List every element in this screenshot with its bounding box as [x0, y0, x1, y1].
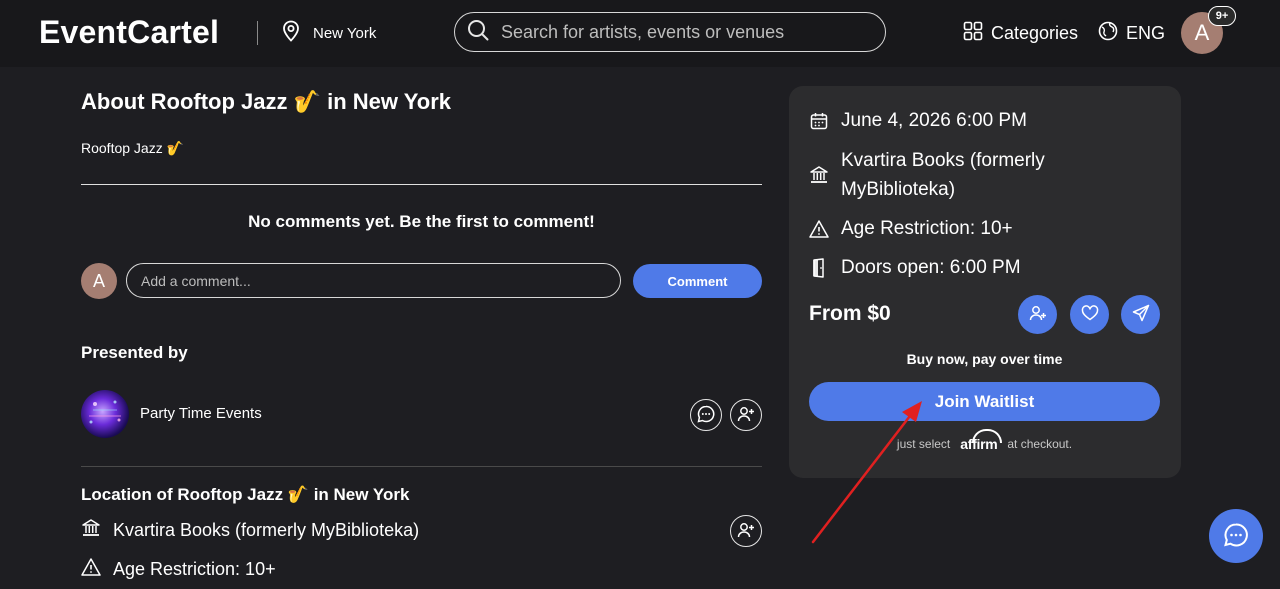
card-venue-name[interactable]: Kvartira Books (formerly MyBiblioteka) — [841, 146, 1045, 204]
venue-name[interactable]: Kvartira Books (formerly MyBiblioteka) — [113, 520, 419, 541]
header-divider — [257, 21, 258, 45]
door-icon — [809, 253, 829, 282]
age-restriction-text: Age Restriction: 10+ — [113, 559, 276, 579]
venue-line-2: MyBiblioteka) — [841, 179, 956, 200]
favorite-button[interactable] — [1070, 295, 1109, 334]
organizer-avatar[interactable] — [81, 390, 129, 438]
categories-button[interactable]: Categories — [963, 21, 1078, 46]
section-divider — [81, 184, 762, 185]
add-user-icon — [737, 405, 755, 426]
heart-icon — [1081, 304, 1099, 325]
categories-label: Categories — [991, 23, 1079, 43]
add-user-icon — [737, 521, 755, 542]
section-divider — [81, 466, 762, 467]
affirm-note: just select affirm at checkout. — [809, 429, 1160, 452]
calendar-icon — [809, 106, 829, 135]
comment-input[interactable] — [126, 263, 621, 298]
commenter-avatar: A — [81, 263, 117, 299]
location-label: New York — [313, 24, 377, 42]
affirm-logo: affirm — [960, 429, 1003, 452]
presented-by-heading: Presented by — [81, 343, 188, 362]
location-selector[interactable]: New York — [281, 20, 376, 46]
affirm-suffix: at checkout. — [1007, 437, 1073, 451]
event-date-time: June 4, 2026 6:00 PM — [841, 110, 1027, 131]
venue-line-1: Kvartira Books (formerly — [841, 150, 1045, 171]
building-icon — [81, 518, 101, 543]
about-subtitle: Rooftop Jazz 🎷 — [81, 140, 185, 156]
no-comments-message: No comments yet. Be the first to comment… — [248, 212, 595, 231]
grid-icon — [963, 21, 983, 46]
about-title: About Rooftop Jazz 🎷 in New York — [81, 89, 452, 114]
follow-venue-button[interactable] — [730, 515, 762, 547]
comment-button[interactable]: Comment — [633, 264, 762, 298]
chat-support-button[interactable] — [1209, 509, 1263, 563]
language-label: ENG — [1126, 23, 1166, 43]
map-pin-icon — [281, 20, 301, 46]
card-age-row: Age Restriction: 10+ — [809, 214, 1013, 243]
building-icon — [809, 146, 829, 204]
send-icon — [1132, 304, 1150, 325]
organizer-name[interactable]: Party Time Events — [140, 405, 262, 422]
bnpl-text: Buy now, pay over time — [906, 351, 1063, 367]
join-waitlist-button[interactable]: Join Waitlist — [809, 382, 1160, 421]
search-input[interactable] — [499, 20, 883, 44]
notification-badge: 9+ — [1208, 6, 1236, 26]
venue-row-card: Kvartira Books (formerly MyBiblioteka) — [809, 146, 1045, 204]
date-row: June 4, 2026 6:00 PM — [809, 106, 1027, 135]
chat-bubble-icon — [1223, 522, 1249, 551]
affirm-prefix: just select — [896, 437, 951, 451]
invite-friend-button[interactable] — [1018, 295, 1057, 334]
share-button[interactable] — [1121, 295, 1160, 334]
follow-organizer-button[interactable] — [730, 399, 762, 431]
search-bar[interactable] — [454, 12, 886, 52]
ticket-price: From $0 — [809, 302, 891, 325]
doors-open-time: Doors open: 6:00 PM — [841, 257, 1021, 278]
chat-bubble-icon — [697, 405, 715, 426]
card-age-restriction: Age Restriction: 10+ — [841, 218, 1013, 239]
warning-icon — [81, 557, 101, 582]
age-restriction-row: Age Restriction: 10+ — [81, 557, 276, 582]
warning-icon — [809, 214, 829, 243]
message-organizer-button[interactable] — [690, 399, 722, 431]
globe-icon — [1098, 21, 1118, 46]
search-icon — [467, 19, 489, 46]
add-user-icon — [1029, 304, 1047, 325]
site-logo[interactable]: EventCartel — [39, 14, 219, 51]
venue-row: Kvartira Books (formerly MyBiblioteka) — [81, 518, 419, 543]
language-selector[interactable]: ENG — [1098, 21, 1165, 46]
top-header: EventCartel New York Categories ENG A 9+ — [0, 0, 1280, 67]
doors-row: Doors open: 6:00 PM — [809, 253, 1021, 282]
location-title: Location of Rooftop Jazz 🎷 in New York — [81, 485, 410, 504]
